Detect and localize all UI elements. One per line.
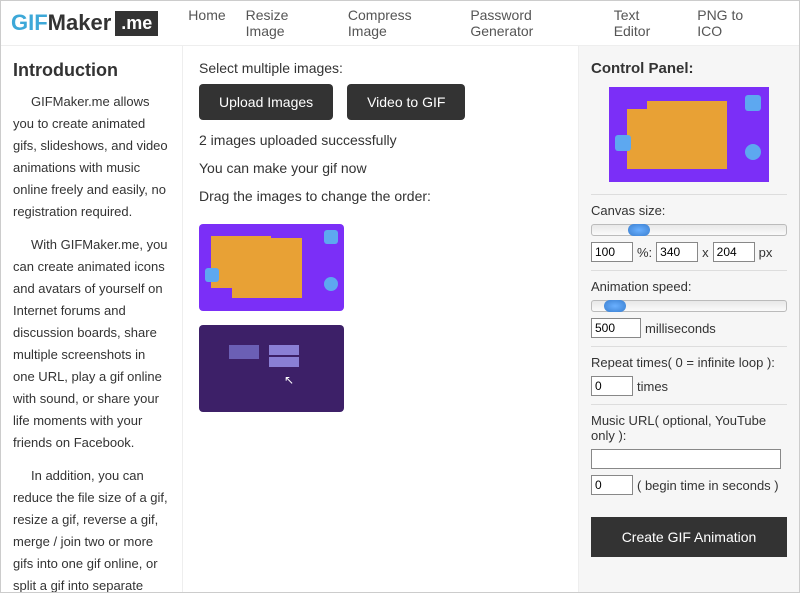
nav-password[interactable]: Password Generator xyxy=(470,7,593,39)
intro-p2: With GIFMaker.me, you can create animate… xyxy=(13,234,170,455)
repeat-unit: times xyxy=(637,379,668,394)
intro-p1: GIFMaker.me allows you to create animate… xyxy=(13,91,170,224)
control-panel: Control Panel: Canvas size: %: x px Ani xyxy=(579,46,799,592)
speed-input[interactable] xyxy=(591,318,641,338)
upload-status: 2 images uploaded successfully xyxy=(199,132,562,148)
repeat-input[interactable] xyxy=(591,376,633,396)
canvas-size-section: Canvas size: %: x px xyxy=(591,194,787,270)
canvas-w-input[interactable] xyxy=(656,242,698,262)
canvas-pct-input[interactable] xyxy=(591,242,633,262)
drag-label: Drag the images to change the order: xyxy=(199,188,562,204)
nav-pngico[interactable]: PNG to ICO xyxy=(697,7,769,39)
intro-p3: In addition, you can reduce the file siz… xyxy=(13,465,170,593)
music-url-input[interactable] xyxy=(591,449,781,469)
repeat-section: Repeat times( 0 = infinite loop ): times xyxy=(591,346,787,404)
music-section: Music URL( optional, YouTube only ): ( b… xyxy=(591,404,787,503)
speed-section: Animation speed: milliseconds xyxy=(591,270,787,346)
create-gif-button[interactable]: Create GIF Animation xyxy=(591,517,787,557)
nav: Home Resize Image Compress Image Passwor… xyxy=(188,7,789,39)
nav-texteditor[interactable]: Text Editor xyxy=(614,7,678,39)
logo[interactable]: GIFMaker.me xyxy=(11,10,158,36)
nav-home[interactable]: Home xyxy=(188,7,225,39)
canvas-h-input[interactable] xyxy=(713,242,755,262)
canvas-x: x xyxy=(702,245,709,260)
intro-heading: Introduction xyxy=(13,60,170,81)
speed-slider[interactable] xyxy=(591,300,787,312)
make-now-text: You can make your gif now xyxy=(199,160,562,176)
upload-images-button[interactable]: Upload Images xyxy=(199,84,333,120)
logo-gif: GIF xyxy=(11,10,48,36)
intro-sidebar: Introduction GIFMaker.me allows you to c… xyxy=(1,46,183,592)
canvas-px: px xyxy=(759,245,773,260)
begin-time-unit: ( begin time in seconds ) xyxy=(637,478,779,493)
speed-unit: milliseconds xyxy=(645,321,716,336)
nav-resize[interactable]: Resize Image xyxy=(246,7,328,39)
speed-label: Animation speed: xyxy=(591,279,787,294)
canvas-pct-unit: %: xyxy=(637,245,652,260)
canvas-size-slider[interactable] xyxy=(591,224,787,236)
image-thumb-2[interactable]: ↖ xyxy=(199,325,344,412)
gif-preview xyxy=(609,87,769,182)
select-label: Select multiple images: xyxy=(199,60,562,76)
cursor-icon: ↖ xyxy=(284,373,294,387)
begin-time-input[interactable] xyxy=(591,475,633,495)
repeat-label: Repeat times( 0 = infinite loop ): xyxy=(591,355,787,370)
image-thumb-1[interactable] xyxy=(199,224,344,311)
panel-heading: Control Panel: xyxy=(591,60,787,77)
video-to-gif-button[interactable]: Video to GIF xyxy=(347,84,465,120)
logo-maker: Maker xyxy=(48,10,112,36)
music-label: Music URL( optional, YouTube only ): xyxy=(591,413,787,443)
canvas-size-label: Canvas size: xyxy=(591,203,787,218)
nav-compress[interactable]: Compress Image xyxy=(348,7,450,39)
logo-me: .me xyxy=(115,11,158,36)
header: GIFMaker.me Home Resize Image Compress I… xyxy=(1,1,799,46)
main-area: Select multiple images: Upload Images Vi… xyxy=(183,46,579,592)
